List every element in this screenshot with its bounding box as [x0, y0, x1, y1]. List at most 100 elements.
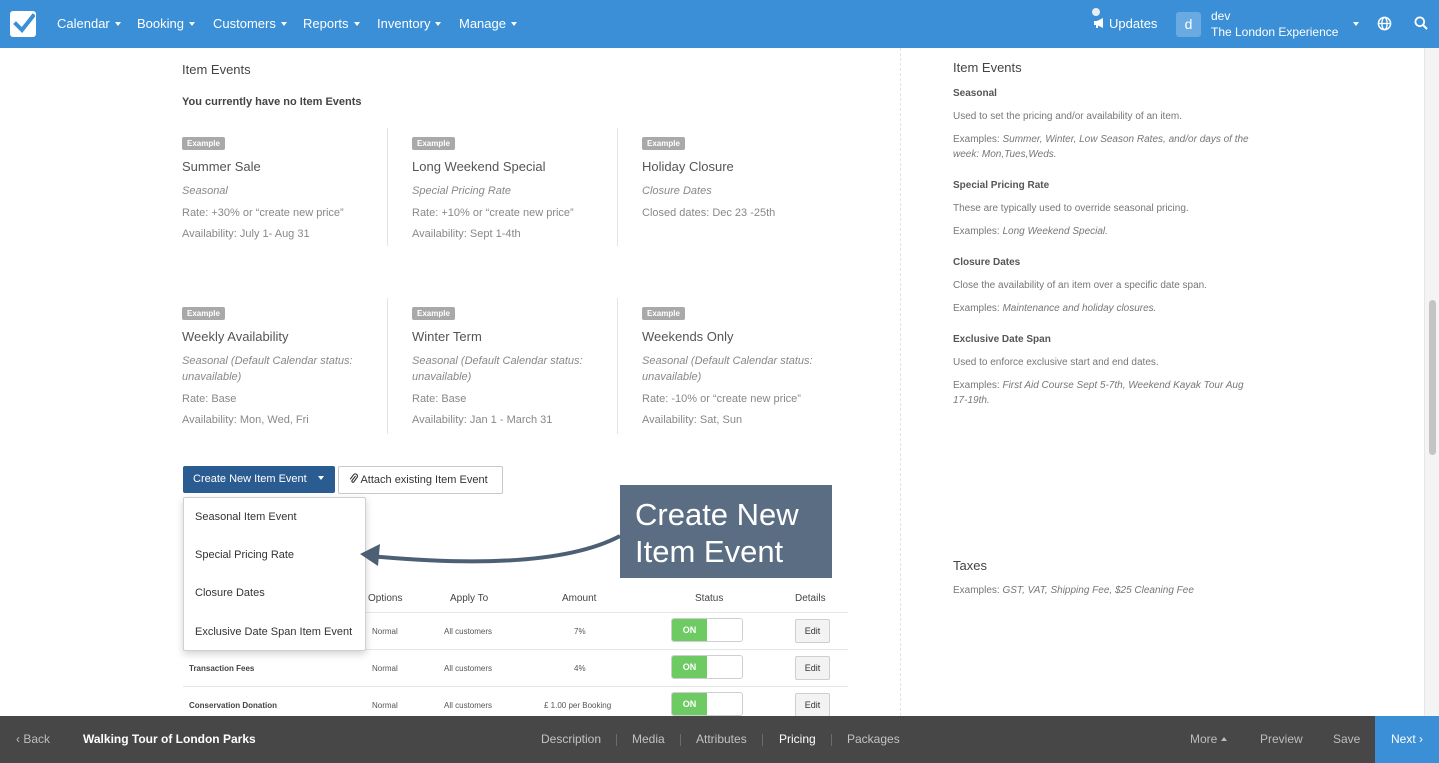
- attach-item-event-button[interactable]: Attach existing Item Event: [338, 466, 503, 494]
- save-button[interactable]: Save: [1333, 716, 1360, 763]
- globe-icon[interactable]: [1377, 16, 1392, 31]
- card-type: Seasonal: [182, 185, 228, 197]
- nav-manage-label: Manage: [459, 16, 506, 31]
- tax-apply-to: All customers: [444, 701, 493, 710]
- card-line: Availability: Sept 1-4th: [412, 228, 521, 240]
- example-card: Example Summer Sale Seasonal Rate: +30% …: [182, 133, 392, 240]
- help-desc: Used to enforce exclusive start and end …: [953, 357, 1159, 368]
- create-item-event-button[interactable]: Create New Item Event: [183, 466, 335, 493]
- item-title: Walking Tour of London Parks: [83, 732, 256, 746]
- card-type: Special Pricing Rate: [412, 185, 512, 197]
- nav-booking[interactable]: Booking: [137, 0, 195, 48]
- help-examples-text: Long Weekend Special.: [1002, 226, 1108, 237]
- card-line: Rate: Base: [412, 393, 467, 405]
- card-type: Seasonal (Default Calendar status: unava…: [412, 355, 583, 383]
- nav-customers[interactable]: Customers: [213, 0, 287, 48]
- nav-booking-label: Booking: [137, 16, 184, 31]
- create-event-dropdown: Seasonal Item Event Special Pricing Rate…: [183, 497, 366, 651]
- edit-button[interactable]: Edit: [795, 693, 830, 716]
- edit-button[interactable]: Edit: [795, 656, 830, 680]
- user-org[interactable]: The London Experience: [1211, 25, 1343, 39]
- col-header-apply-to: Apply To: [450, 593, 489, 604]
- back-label: Back: [23, 732, 51, 746]
- vertical-scrollbar[interactable]: [1424, 48, 1439, 716]
- card-line: Availability: Mon, Wed, Fri: [182, 414, 309, 426]
- avatar[interactable]: d: [1176, 12, 1201, 37]
- tax-amount: 7%: [574, 627, 586, 636]
- nav-inventory[interactable]: Inventory: [377, 0, 442, 48]
- card-title: Summer Sale: [182, 159, 261, 174]
- user-menu-chevron-icon[interactable]: [1353, 22, 1359, 26]
- tab-attributes[interactable]: Attributes: [696, 716, 747, 763]
- card-line: Rate: +10% or “create new price”: [412, 207, 574, 219]
- status-toggle[interactable]: ON: [671, 692, 743, 716]
- help-desc: Used to set the pricing and/or availabil…: [953, 111, 1183, 122]
- tax-apply-to: All customers: [444, 627, 493, 636]
- toggle-on-label: ON: [672, 656, 707, 678]
- nav-reports-label: Reports: [303, 16, 349, 31]
- more-button[interactable]: More: [1190, 716, 1228, 763]
- tab-pricing[interactable]: Pricing: [779, 716, 816, 763]
- next-label: Next: [1390, 732, 1416, 746]
- tab-packages[interactable]: Packages: [847, 716, 900, 763]
- tax-option: Normal: [372, 701, 398, 710]
- search-icon[interactable]: [1414, 16, 1428, 30]
- card-line: Availability: Sat, Sun: [642, 414, 743, 426]
- example-card: Example Long Weekend Special Special Pri…: [412, 133, 622, 240]
- dropdown-item-special-pricing[interactable]: Special Pricing Rate: [195, 549, 294, 561]
- col-header-details: Details: [795, 593, 826, 604]
- card-title: Winter Term: [412, 329, 482, 344]
- back-button[interactable]: ‹ Back: [16, 716, 50, 763]
- card-title: Holiday Closure: [642, 159, 734, 174]
- tab-separator: [762, 734, 763, 746]
- updates-button[interactable]: Updates: [1092, 0, 1158, 48]
- edit-button[interactable]: Edit: [795, 619, 830, 643]
- user-name[interactable]: dev: [1211, 9, 1230, 23]
- card-title: Weekends Only: [642, 329, 734, 344]
- item-events-title: Item Events: [182, 62, 251, 77]
- tax-option: Normal: [372, 627, 398, 636]
- dropdown-item-seasonal[interactable]: Seasonal Item Event: [195, 511, 297, 523]
- bottom-bar: ‹ Back Walking Tour of London Parks Desc…: [0, 716, 1439, 763]
- card-type: Seasonal (Default Calendar status: unava…: [182, 355, 353, 383]
- help-examples-text: Maintenance and holiday closures.: [1002, 303, 1157, 314]
- chevron-down-icon: [280, 22, 287, 26]
- help-taxes-examples: Examples: GST, VAT, Shipping Fee, $25 Cl…: [953, 583, 1253, 598]
- main-content: Item Events You currently have no Item E…: [0, 48, 1439, 716]
- tax-amount: £ 1.00 per Booking: [544, 701, 612, 710]
- chevron-down-icon: [317, 476, 324, 480]
- toggle-on-label: ON: [672, 693, 707, 715]
- nav-reports[interactable]: Reports: [303, 0, 360, 48]
- tax-name: Transaction Fees: [189, 664, 255, 673]
- tab-media[interactable]: Media: [632, 716, 665, 763]
- help-desc: These are typically used to override sea…: [953, 203, 1189, 214]
- example-badge: Example: [412, 307, 455, 320]
- status-toggle[interactable]: ON: [671, 618, 743, 642]
- updates-label: Updates: [1109, 16, 1158, 31]
- dropdown-item-closure-dates[interactable]: Closure Dates: [195, 587, 265, 599]
- nav-calendar-label: Calendar: [57, 16, 110, 31]
- tax-name: Conservation Donation: [189, 701, 278, 710]
- help-examples: Examples: First Aid Course Sept 5-7th, W…: [953, 378, 1253, 408]
- notification-dot-icon: [1092, 8, 1100, 16]
- card-divider: [617, 128, 618, 246]
- scrollbar-thumb[interactable]: [1429, 300, 1436, 455]
- nav-manage[interactable]: Manage: [459, 0, 517, 48]
- preview-button[interactable]: Preview: [1260, 716, 1303, 763]
- card-line: Rate: -10% or “create new price”: [642, 393, 801, 405]
- col-header-amount: Amount: [562, 593, 597, 604]
- help-examples: Examples: Long Weekend Special.: [953, 224, 1253, 239]
- col-header-options: Options: [368, 593, 403, 604]
- help-title: Item Events: [953, 60, 1022, 75]
- tax-amount: 4%: [574, 664, 586, 673]
- checkfront-logo-icon[interactable]: [10, 11, 36, 37]
- dropdown-item-exclusive-date-span[interactable]: Exclusive Date Span Item Event: [195, 626, 352, 638]
- chevron-down-icon: [114, 22, 121, 26]
- tab-description[interactable]: Description: [541, 716, 601, 763]
- status-toggle[interactable]: ON: [671, 655, 743, 679]
- help-head-seasonal: Seasonal: [953, 88, 997, 99]
- nav-calendar[interactable]: Calendar: [57, 0, 121, 48]
- next-button[interactable]: Next ›: [1375, 716, 1439, 763]
- example-badge: Example: [642, 307, 685, 320]
- tab-separator: [616, 734, 617, 746]
